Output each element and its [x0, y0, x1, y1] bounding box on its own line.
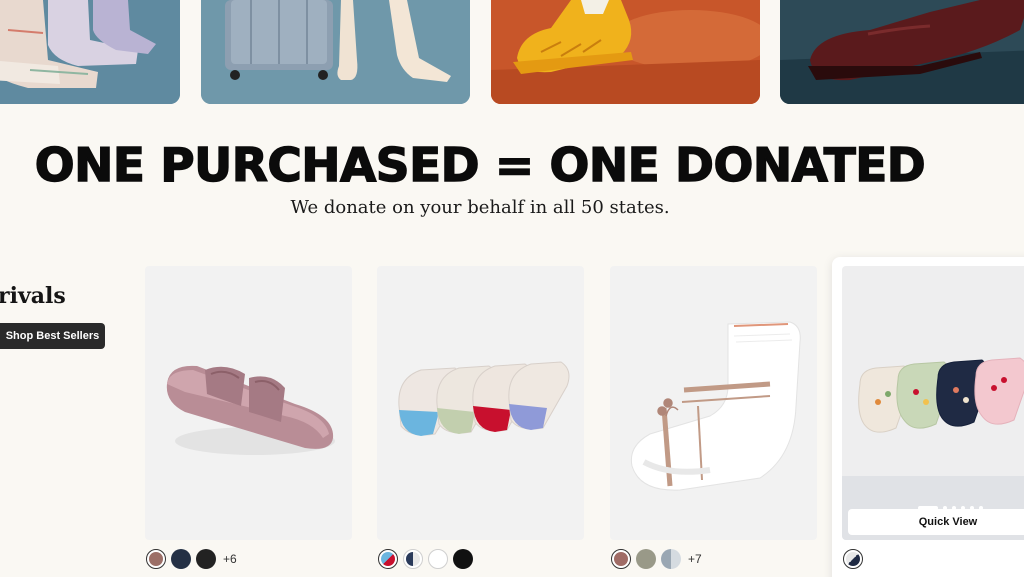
more-colors-count[interactable]: +7 [688, 552, 702, 566]
product-card-hovered[interactable]: Quick View [832, 257, 1024, 577]
hero-tile-socks[interactable] [0, 0, 180, 104]
color-swatch[interactable] [196, 549, 216, 569]
mission-headline: ONE PURCHASED = ONE DONATED [34, 137, 926, 192]
color-swatches [843, 549, 863, 569]
pink-slide-sandal-image[interactable] [145, 266, 352, 540]
yellow-sneaker-photo [491, 0, 760, 104]
color-swatches [378, 549, 473, 569]
color-swatch[interactable] [843, 549, 863, 569]
color-swatch[interactable] [171, 549, 191, 569]
section-title: rivals [0, 283, 66, 309]
more-colors-count[interactable]: +6 [223, 552, 237, 566]
burgundy-loafer-photo [780, 0, 1024, 104]
hero-tile-sneaker[interactable] [491, 0, 760, 104]
color-swatches: +7 [611, 549, 702, 569]
floral-ankle-socks-4-pack-image[interactable] [842, 266, 1024, 540]
product-card[interactable]: +7 [610, 266, 817, 577]
color-swatch[interactable] [453, 549, 473, 569]
color-swatch[interactable] [611, 549, 631, 569]
color-swatch[interactable] [661, 549, 681, 569]
color-swatch[interactable] [636, 549, 656, 569]
shop-best-sellers-button[interactable]: Shop Best Sellers [0, 323, 105, 349]
luggage-and-feet-photo [201, 0, 470, 104]
color-swatch[interactable] [146, 549, 166, 569]
white-ankle-sock-image[interactable] [610, 266, 817, 540]
hero-tile-loafer[interactable] [780, 0, 1024, 104]
mission-subheadline: We donate on your behalf in all 50 state… [290, 197, 670, 218]
no-show-socks-4-pack-image[interactable] [377, 266, 584, 540]
quick-view-button[interactable]: Quick View [848, 509, 1024, 535]
color-swatch[interactable] [428, 549, 448, 569]
ankle-socks-photo [0, 0, 180, 104]
color-swatch[interactable] [403, 549, 423, 569]
product-card[interactable] [377, 266, 584, 577]
color-swatch[interactable] [378, 549, 398, 569]
hero-tile-luggage[interactable] [201, 0, 470, 104]
color-swatches: +6 [146, 549, 237, 569]
product-card[interactable]: +6 [145, 266, 352, 577]
